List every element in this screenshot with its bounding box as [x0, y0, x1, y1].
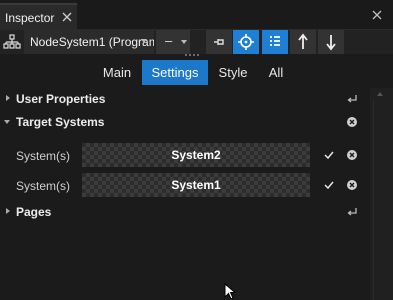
pin-icon — [214, 39, 224, 45]
expand-arrow-icon[interactable] — [6, 95, 10, 101]
dash-label: – — [165, 33, 173, 48]
system-field[interactable]: System2 — [82, 143, 310, 167]
check-icon[interactable] — [323, 179, 335, 191]
check-icon[interactable] — [323, 149, 335, 161]
list-button[interactable] — [262, 30, 288, 54]
remove-icon[interactable] — [345, 178, 359, 192]
remove-icon[interactable] — [345, 115, 359, 129]
section-target-systems[interactable]: Target Systems — [0, 111, 370, 133]
section-title: Target Systems — [16, 115, 105, 129]
arrow-up-icon — [298, 33, 308, 49]
close-icon[interactable] — [371, 9, 383, 21]
close-icon[interactable] — [61, 11, 73, 23]
target-icon — [238, 34, 254, 50]
reset-icon[interactable] — [345, 205, 359, 219]
target-button[interactable] — [233, 30, 259, 54]
target-system-row: System(s) System2 — [0, 143, 370, 167]
scroll-up-icon[interactable] — [377, 92, 383, 96]
chevron-down-icon — [181, 40, 187, 44]
mode-tab-settings[interactable]: Settings — [142, 60, 208, 85]
move-up-button[interactable] — [290, 30, 316, 54]
prop-label: System(s) — [16, 179, 70, 193]
scroll-track[interactable] — [373, 100, 374, 300]
section-pages[interactable]: Pages — [0, 201, 370, 223]
dash-dropdown[interactable]: – — [156, 30, 190, 54]
arrow-down-icon — [326, 35, 336, 51]
list-icon — [270, 36, 280, 46]
mouse-cursor-icon — [224, 283, 237, 300]
prop-label: System(s) — [16, 149, 70, 163]
move-down-button[interactable] — [318, 30, 344, 54]
expand-arrow-icon[interactable] — [6, 208, 10, 214]
mode-tab-all[interactable]: All — [262, 60, 290, 85]
section-title: User Properties — [16, 92, 106, 106]
drag-handle-icon[interactable] — [184, 53, 202, 57]
target-system-row: System(s) System1 — [0, 173, 370, 197]
tab-inspector[interactable]: Inspector — [0, 3, 77, 30]
node-selector-value: NodeSystem1 (Program) — [30, 35, 154, 49]
chevron-down-icon — [141, 39, 147, 43]
node-selector[interactable]: NodeSystem1 (Program) — [24, 30, 154, 54]
properties-panel: User Properties Target Systems System(s)… — [0, 88, 370, 300]
panel-tab-bar: Inspector — [0, 0, 393, 30]
pin-button[interactable] — [206, 30, 232, 54]
mode-tab-style[interactable]: Style — [213, 60, 253, 85]
system-field[interactable]: System1 — [82, 173, 310, 197]
remove-icon[interactable] — [345, 148, 359, 162]
collapse-arrow-icon[interactable] — [4, 120, 10, 124]
inspector-toolbar: NodeSystem1 (Program) – — [0, 30, 393, 54]
section-user-properties[interactable]: User Properties — [0, 88, 370, 110]
section-title: Pages — [16, 205, 52, 219]
node-tree-icon — [3, 34, 21, 49]
tab-inspector-label: Inspector — [5, 11, 55, 25]
reset-icon[interactable] — [345, 92, 359, 106]
mode-tab-main[interactable]: Main — [98, 60, 136, 85]
